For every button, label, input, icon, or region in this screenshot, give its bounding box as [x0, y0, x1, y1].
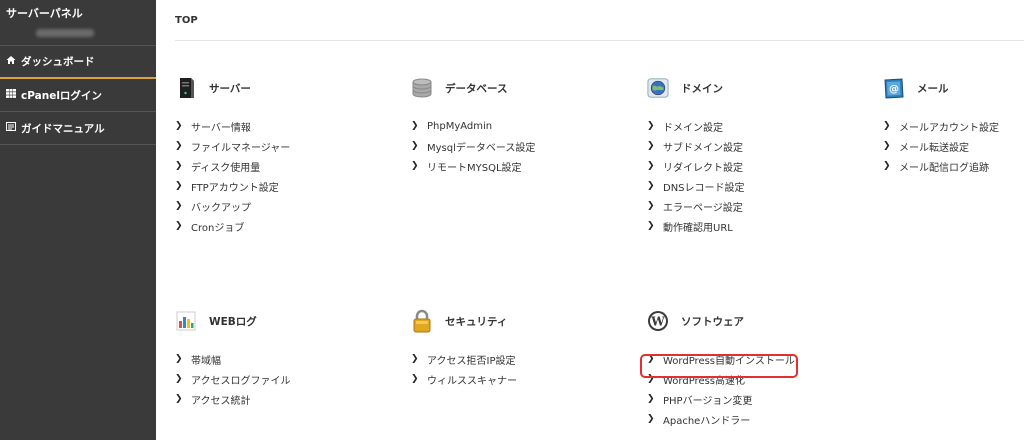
- link-phpmyadmin[interactable]: ❯ PhpMyAdmin: [411, 116, 611, 136]
- link-test-url[interactable]: ❯ 動作確認用URL: [647, 216, 847, 236]
- chevron-right-icon: ❯: [175, 221, 183, 231]
- link-ftp-account[interactable]: ❯ FTPアカウント設定: [175, 176, 375, 196]
- link-ip-deny[interactable]: ❯ アクセス拒否IP設定: [411, 349, 611, 369]
- home-icon: [5, 55, 16, 68]
- section-server: サーバー ❯ サーバー情報 ❯ ファイルマネージャー ❯ ディスク使用量 ❯ FTPアカ…: [175, 74, 375, 236]
- chevron-right-icon: ❯: [175, 121, 183, 131]
- section-title: ソフトウェア: [681, 315, 744, 328]
- section-title: データベース: [445, 82, 508, 95]
- sidebar-item-label: ダッシュボード: [21, 56, 95, 68]
- blurred-username: [36, 29, 94, 37]
- link-dns-record[interactable]: ❯ DNSレコード設定: [647, 176, 847, 196]
- chevron-right-icon: ❯: [647, 141, 655, 151]
- chevron-right-icon: ❯: [175, 394, 183, 404]
- lock-icon: [411, 309, 433, 333]
- chevron-right-icon: ❯: [647, 394, 655, 404]
- sidebar-item-dashboard[interactable]: ダッシュボード: [0, 46, 156, 79]
- chevron-right-icon: ❯: [647, 121, 655, 131]
- wordpress-icon: W: [647, 310, 669, 332]
- chevron-right-icon: ❯: [175, 201, 183, 211]
- book-icon: [5, 122, 16, 134]
- panel-title: サーバーパネル: [6, 7, 83, 20]
- section-weblog: WEBログ ❯ 帯域幅 ❯ アクセスログファイル ❯ アクセス統計: [175, 307, 375, 409]
- link-redirect-settings[interactable]: ❯ リダイレクト設定: [647, 156, 847, 176]
- link-virus-scanner[interactable]: ❯ ウィルススキャナー: [411, 369, 611, 389]
- link-mail-log[interactable]: ❯ メール配信ログ追跡: [883, 156, 1024, 176]
- svg-text:W: W: [650, 315, 665, 329]
- link-mail-account[interactable]: ❯ メールアカウント設定: [883, 116, 1024, 136]
- chevron-right-icon: ❯: [175, 354, 183, 364]
- chevron-right-icon: ❯: [175, 161, 183, 171]
- link-php-version[interactable]: ❯ PHPバージョン変更: [647, 389, 847, 409]
- link-cron-job[interactable]: ❯ Cronジョブ: [175, 216, 375, 236]
- link-backup[interactable]: ❯ バックアップ: [175, 196, 375, 216]
- divider: [175, 40, 1024, 41]
- section-title: メール: [917, 82, 949, 95]
- sidebar-item-cpanel-login[interactable]: cPanelログイン: [0, 79, 156, 112]
- sidebar-item-label: ガイドマニュアル: [21, 122, 105, 135]
- sidebar-item-guide-manual[interactable]: ガイドマニュアル: [0, 112, 156, 145]
- link-server-info[interactable]: ❯ サーバー情報: [175, 116, 375, 136]
- chevron-right-icon: ❯: [883, 161, 891, 171]
- link-domain-settings[interactable]: ❯ ドメイン設定: [647, 116, 847, 136]
- chevron-right-icon: ❯: [175, 374, 183, 384]
- link-mail-forward[interactable]: ❯ メール転送設定: [883, 136, 1024, 156]
- link-mysql-settings[interactable]: ❯ Mysqlデータベース設定: [411, 136, 611, 156]
- svg-text:@: @: [889, 84, 899, 95]
- link-error-page[interactable]: ❯ エラーページ設定: [647, 196, 847, 216]
- link-remote-mysql[interactable]: ❯ リモートMYSQL設定: [411, 156, 611, 176]
- section-database: データベース ❯ PhpMyAdmin ❯ Mysqlデータベース設定 ❯ リモートM…: [411, 74, 611, 176]
- chevron-right-icon: ❯: [647, 161, 655, 171]
- link-disk-usage[interactable]: ❯ ディスク使用量: [175, 156, 375, 176]
- section-title: ドメイン: [681, 82, 723, 95]
- chevron-right-icon: ❯: [411, 141, 419, 151]
- section-mail: @ メール ❯ メールアカウント設定 ❯ メール転送設定 ❯ メール配信ログ追跡: [883, 74, 1024, 176]
- chevron-right-icon: ❯: [647, 221, 655, 231]
- link-file-manager[interactable]: ❯ ファイルマネージャー: [175, 136, 375, 156]
- chevron-right-icon: ❯: [411, 121, 419, 131]
- section-security: セキュリティ ❯ アクセス拒否IP設定 ❯ ウィルススキャナー: [411, 307, 611, 389]
- main-content: TOP サーバー ❯ サーバー情報 ❯ ファイルマネージャー ❯ ディスク使用量 ❯ F…: [156, 0, 1024, 440]
- highlight-box: [640, 354, 798, 378]
- sidebar-header: サーバーパネル: [0, 0, 156, 46]
- chevron-right-icon: ❯: [411, 374, 419, 384]
- chevron-right-icon: ❯: [647, 414, 655, 424]
- link-apache-handler[interactable]: ❯ Apacheハンドラー: [647, 409, 847, 429]
- chevron-right-icon: ❯: [175, 141, 183, 151]
- section-title: セキュリティ: [445, 315, 508, 328]
- chevron-right-icon: ❯: [647, 201, 655, 211]
- server-icon: [175, 77, 197, 99]
- chevron-right-icon: ❯: [175, 181, 183, 191]
- link-access-stats[interactable]: ❯ アクセス統計: [175, 389, 375, 409]
- section-title: WEBログ: [209, 315, 257, 328]
- chevron-right-icon: ❯: [411, 161, 419, 171]
- chevron-right-icon: ❯: [883, 141, 891, 151]
- sidebar-item-label: cPanelログイン: [21, 89, 102, 102]
- database-icon: [411, 77, 433, 99]
- chevron-right-icon: ❯: [883, 121, 891, 131]
- section-title: サーバー: [209, 82, 251, 95]
- chevron-right-icon: ❯: [647, 181, 655, 191]
- link-subdomain-settings[interactable]: ❯ サブドメイン設定: [647, 136, 847, 156]
- grid-icon: [5, 89, 16, 101]
- section-domain: ドメイン ❯ ドメイン設定 ❯ サブドメイン設定 ❯ リダイレクト設定 ❯ DNSレコー…: [647, 74, 847, 236]
- link-bandwidth[interactable]: ❯ 帯域幅: [175, 349, 375, 369]
- chevron-right-icon: ❯: [411, 354, 419, 364]
- globe-icon: [647, 77, 669, 99]
- page-title: TOP: [175, 15, 198, 26]
- sidebar: サーバーパネル ダッシュボード cPanelログイン ガイドマニュアル: [0, 0, 156, 440]
- bar-chart-icon: [175, 310, 197, 332]
- link-access-log[interactable]: ❯ アクセスログファイル: [175, 369, 375, 389]
- mail-icon: @: [883, 77, 905, 99]
